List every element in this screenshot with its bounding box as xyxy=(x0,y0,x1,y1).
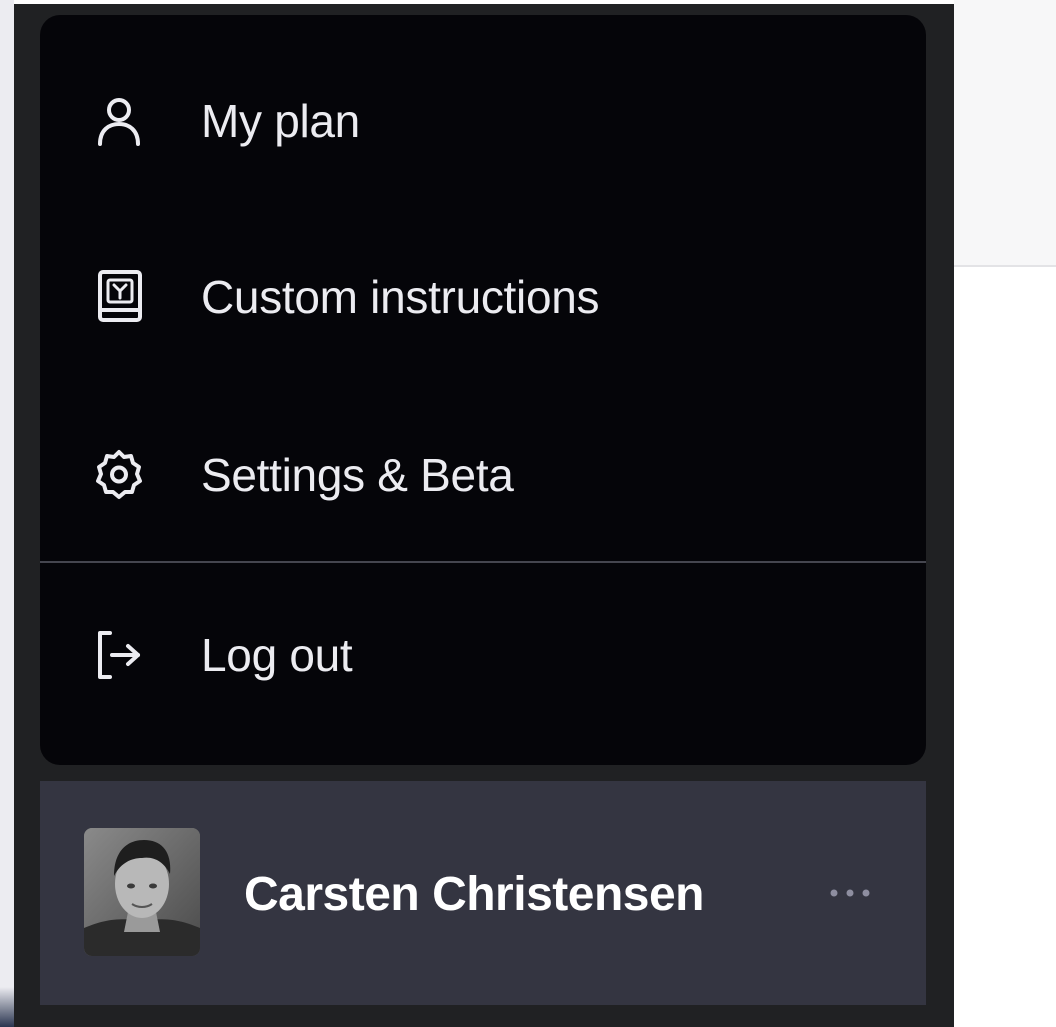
ellipsis-icon[interactable] xyxy=(820,873,880,913)
menu-divider xyxy=(40,561,926,563)
menu-item-label: Log out xyxy=(201,629,353,681)
main-header-bar xyxy=(954,0,1056,267)
account-popup-menu: My plan Custom instructions Settings & B… xyxy=(40,15,926,765)
menu-item-custom-instructions[interactable]: Custom instructions xyxy=(40,237,926,357)
user-account-button[interactable]: Carsten Christensen xyxy=(40,781,926,1005)
menu-item-label: My plan xyxy=(201,95,360,147)
menu-item-my-plan[interactable]: My plan xyxy=(40,61,926,181)
window-left-edge xyxy=(0,0,14,1027)
menu-item-log-out[interactable]: Log out xyxy=(40,595,926,715)
menu-item-label: Custom instructions xyxy=(201,271,600,323)
user-icon xyxy=(92,94,146,148)
menu-item-settings-beta[interactable]: Settings & Beta xyxy=(40,415,926,535)
gear-icon xyxy=(92,448,146,502)
logout-icon xyxy=(92,628,146,682)
avatar xyxy=(84,828,200,956)
user-name: Carsten Christensen xyxy=(244,868,704,921)
instructions-book-icon xyxy=(92,270,146,324)
menu-item-label: Settings & Beta xyxy=(201,449,514,501)
